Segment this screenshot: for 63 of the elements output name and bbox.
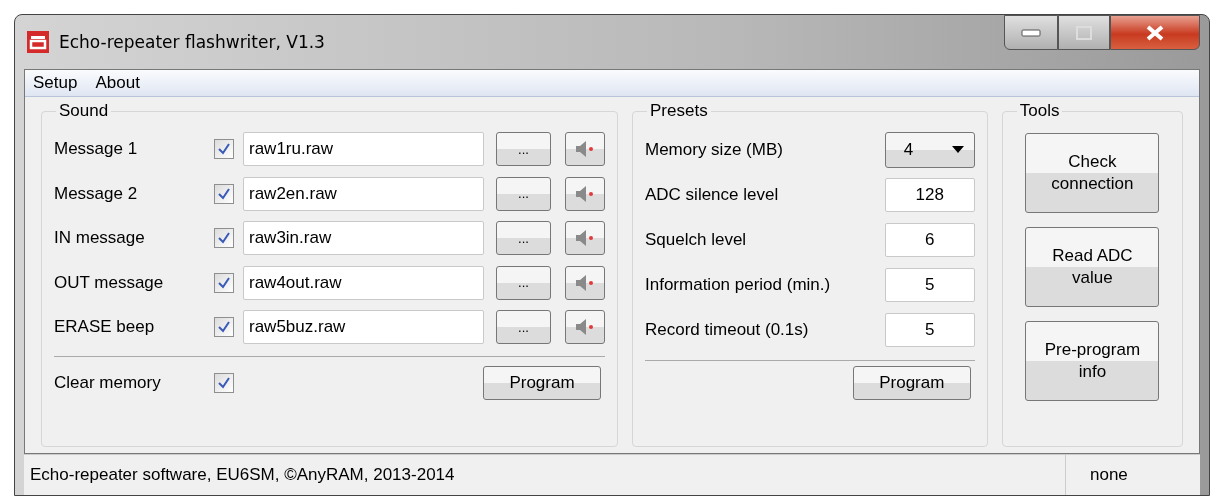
file-field[interactable]: raw4out.raw — [243, 265, 484, 300]
app-logo-icon — [27, 31, 49, 53]
number-field[interactable]: 128 — [884, 177, 975, 212]
tool-button[interactable]: Pre-program info — [1025, 321, 1160, 401]
minimize-button[interactable] — [1004, 15, 1058, 50]
field-label: Squelch level — [645, 229, 747, 250]
speaker-button[interactable] — [565, 265, 605, 300]
row-label: Message 2 — [54, 183, 139, 204]
speaker-button[interactable] — [565, 176, 605, 211]
field-label: Memory size (MB) — [645, 139, 783, 160]
field-label: ADC silence level — [645, 184, 779, 205]
program-button[interactable]: Program — [483, 365, 601, 400]
checkbox[interactable] — [214, 372, 234, 393]
checkbox[interactable] — [214, 139, 234, 160]
status-text: Echo-repeater software, EU6SM, ©AnyRAM, 2013-2014 — [24, 455, 1066, 495]
speaker-button[interactable] — [565, 221, 605, 256]
file-field[interactable]: raw5buz.raw — [243, 310, 484, 345]
group-title: Presets — [649, 101, 709, 121]
checkbox[interactable] — [214, 228, 234, 249]
file-field[interactable]: raw1ru.raw — [243, 132, 484, 167]
caret-icon — [951, 146, 964, 153]
program-button[interactable]: Program — [852, 366, 971, 400]
number-field[interactable]: 6 — [884, 222, 975, 257]
maximize-button[interactable] — [1058, 15, 1110, 50]
speaker-icon — [574, 273, 596, 292]
file-field[interactable]: raw3in.raw — [243, 221, 484, 256]
browse-button[interactable]: ... — [496, 176, 551, 211]
menu-item[interactable]: Setup — [33, 73, 78, 93]
window-title: Echo-repeater flashwriter, V1.3 — [59, 32, 325, 52]
menu-item[interactable]: About — [95, 73, 140, 93]
minimize-icon — [1021, 28, 1041, 37]
tool-button[interactable]: Read ADC value — [1025, 227, 1160, 307]
speaker-button[interactable] — [565, 132, 605, 167]
row-label: OUT message — [54, 272, 165, 293]
row-label: IN message — [54, 228, 146, 249]
tool-button[interactable]: Check connection — [1025, 133, 1160, 213]
browse-button[interactable]: ... — [496, 310, 551, 345]
row-label: ERASE beep — [54, 317, 156, 338]
row-label: Message 1 — [54, 139, 139, 160]
checkbox[interactable] — [214, 317, 234, 338]
checkbox[interactable] — [214, 183, 234, 204]
field-label: Record timeout (0.1s) — [645, 319, 809, 340]
status-text: none — [1089, 465, 1129, 485]
field-label: Information period (min.) — [645, 274, 831, 295]
maximize-icon — [1076, 25, 1092, 40]
speaker-button[interactable] — [565, 310, 605, 345]
number-field[interactable]: 5 — [884, 312, 975, 347]
close-button[interactable] — [1110, 15, 1200, 50]
speaker-icon — [574, 318, 596, 337]
memory-size-dropdown[interactable]: 4 — [884, 131, 975, 168]
speaker-icon — [574, 184, 596, 203]
browse-button[interactable]: ... — [496, 132, 551, 167]
browse-button[interactable]: ... — [496, 221, 551, 256]
speaker-icon — [574, 140, 596, 159]
number-field[interactable]: 5 — [884, 267, 975, 302]
speaker-icon — [574, 229, 596, 248]
checkbox[interactable] — [214, 272, 234, 293]
close-icon — [1145, 24, 1165, 41]
row-label: Clear memory — [54, 372, 162, 393]
group-title: Tools — [1018, 101, 1061, 121]
file-field[interactable]: raw2en.raw — [243, 176, 484, 211]
group-title: Sound — [58, 101, 110, 121]
browse-button[interactable]: ... — [496, 265, 551, 300]
